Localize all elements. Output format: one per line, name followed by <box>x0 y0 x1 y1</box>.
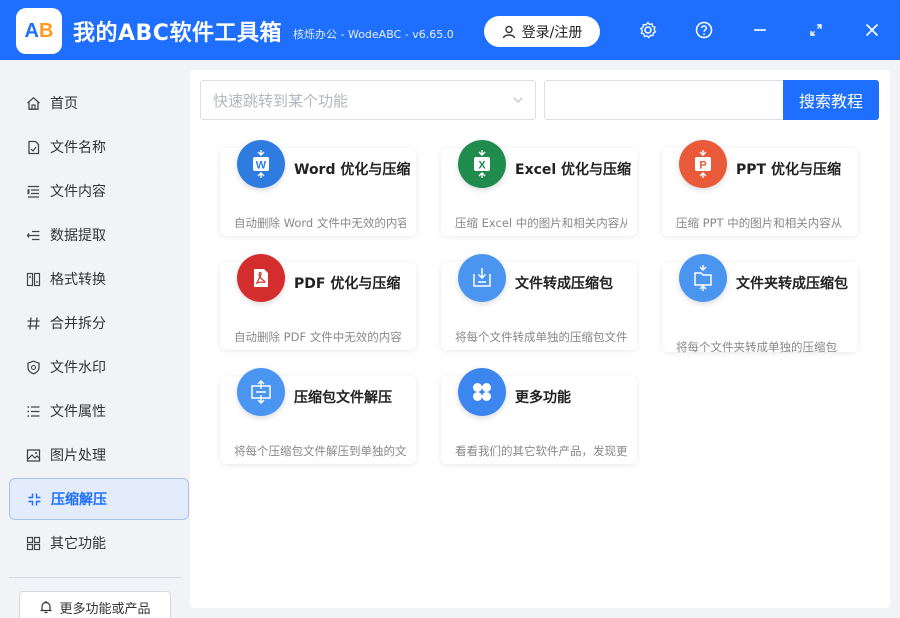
sidebar-item-format-convert[interactable]: 格式转换 <box>9 258 189 300</box>
login-label: 登录/注册 <box>521 24 583 41</box>
app-title: 我的ABC软件工具箱 <box>73 21 282 46</box>
file-to-zip-icon <box>458 254 506 302</box>
home-icon <box>25 95 41 111</box>
main-panel: 快速跳转到某个功能 搜索教程 W Word 优化与压缩 自动删除 Word 文件… <box>190 70 890 608</box>
jump-select-placeholder: 快速跳转到某个功能 <box>213 91 349 110</box>
other-icon <box>25 535 41 551</box>
card-word-optimize[interactable]: W Word 优化与压缩 自动删除 Word 文件中无效的内容 <box>220 140 416 236</box>
sidebar-item-label: 数据提取 <box>50 228 106 244</box>
sidebar-item-merge-split[interactable]: 合并拆分 <box>9 302 189 344</box>
card-title: 压缩包文件解压 <box>294 390 392 406</box>
card-desc: 自动删除 PDF 文件中无效的内容 <box>234 330 402 344</box>
sidebar-item-data-extract[interactable]: 数据提取 <box>9 214 189 256</box>
card-title: 更多功能 <box>515 390 571 406</box>
card-ppt-optimize[interactable]: P PPT 优化与压缩 压缩 PPT 中的图片和相关内容从 <box>662 140 858 236</box>
card-desc: 将每个文件夹转成单独的压缩包 <box>676 340 837 354</box>
card-title: 文件转成压缩包 <box>515 276 613 292</box>
compress-icon <box>26 491 42 507</box>
title-bar: AB 我的ABC软件工具箱 核烁办公 - WodeABC - v6.65.0 登… <box>0 0 900 60</box>
logo-letter-b: B <box>39 19 54 42</box>
card-title: 文件夹转成压缩包 <box>736 276 848 292</box>
sidebar-item-label: 文件名称 <box>50 140 106 156</box>
sidebar-item-label: 格式转换 <box>50 272 106 288</box>
card-title: PDF 优化与压缩 <box>294 276 401 292</box>
pdf-icon <box>237 254 285 302</box>
card-folder-to-zip[interactable]: 文件夹转成压缩包 将每个文件夹转成单独的压缩包 <box>662 254 858 354</box>
sidebar: 首页 文件名称 文件内容 数据提取 格式转换 合并拆分 文件水印 文件属性 图片… <box>0 60 200 618</box>
sidebar-item-label: 压缩解压 <box>51 492 107 508</box>
card-desc: 看看我们的其它软件产品，发现更多 <box>455 444 627 458</box>
file-name-icon <box>25 139 41 155</box>
card-pdf-optimize[interactable]: PDF 优化与压缩 自动删除 PDF 文件中无效的内容 <box>220 254 416 350</box>
settings-gear-icon[interactable] <box>636 18 660 42</box>
card-desc: 自动删除 Word 文件中无效的内容 <box>234 216 406 230</box>
card-desc: 将每个压缩包文件解压到单独的文 <box>234 444 406 458</box>
chevron-down-icon <box>513 97 523 103</box>
jump-select[interactable]: 快速跳转到某个功能 <box>200 80 536 120</box>
close-icon[interactable] <box>860 18 884 42</box>
more-icon <box>458 368 506 416</box>
card-title: Word 优化与压缩 <box>294 162 411 178</box>
sidebar-item-compress[interactable]: 压缩解压 <box>9 478 189 520</box>
login-button[interactable]: 登录/注册 <box>484 16 600 47</box>
sidebar-item-image[interactable]: 图片处理 <box>9 434 189 476</box>
sidebar-item-label: 图片处理 <box>50 448 106 464</box>
logo-letter-a: A <box>24 19 39 42</box>
card-file-to-zip[interactable]: 文件转成压缩包 将每个文件转成单独的压缩包文件 <box>441 254 637 350</box>
file-content-icon <box>25 183 41 199</box>
sidebar-item-other[interactable]: 其它功能 <box>9 522 189 564</box>
search-tutorial-button[interactable]: 搜索教程 <box>783 80 879 120</box>
svg-text:W: W <box>256 160 267 172</box>
word-icon: W <box>237 140 285 188</box>
more-products-button[interactable]: 更多功能或产品 <box>19 591 171 618</box>
image-icon <box>25 447 41 463</box>
app-logo: AB <box>16 8 62 54</box>
watermark-icon <box>25 359 41 375</box>
svg-text:P: P <box>699 160 706 172</box>
sidebar-item-file-content[interactable]: 文件内容 <box>9 170 189 212</box>
format-convert-icon <box>25 271 41 287</box>
card-desc: 将每个文件转成单独的压缩包文件 <box>455 330 627 344</box>
minimize-icon[interactable] <box>748 18 772 42</box>
sidebar-item-label: 文件属性 <box>50 404 106 420</box>
card-unzip[interactable]: 压缩包文件解压 将每个压缩包文件解压到单独的文 <box>220 368 416 464</box>
card-more-features[interactable]: 更多功能 看看我们的其它软件产品，发现更多 <box>441 368 637 464</box>
sidebar-item-label: 文件内容 <box>50 184 106 200</box>
sidebar-item-home[interactable]: 首页 <box>9 82 189 124</box>
search-input[interactable] <box>544 80 784 120</box>
data-extract-icon <box>25 227 41 243</box>
card-title: PPT 优化与压缩 <box>736 162 841 178</box>
maximize-icon[interactable] <box>804 18 828 42</box>
sidebar-item-label: 其它功能 <box>50 536 106 552</box>
merge-split-icon <box>25 315 41 331</box>
file-attr-icon <box>25 403 41 419</box>
more-products-label: 更多功能或产品 <box>59 601 151 617</box>
sidebar-item-label: 合并拆分 <box>50 316 106 332</box>
ppt-icon: P <box>679 140 727 188</box>
card-title: Excel 优化与压缩 <box>515 162 632 178</box>
sidebar-item-label: 首页 <box>50 96 78 112</box>
bell-icon <box>40 601 52 614</box>
sidebar-item-file-attr[interactable]: 文件属性 <box>9 390 189 432</box>
user-icon <box>502 25 515 38</box>
card-desc: 压缩 PPT 中的图片和相关内容从 <box>676 216 843 230</box>
folder-to-zip-icon <box>679 254 727 302</box>
app-subtitle: 核烁办公 - WodeABC - v6.65.0 <box>293 28 454 41</box>
sidebar-divider <box>9 577 181 578</box>
sidebar-item-label: 文件水印 <box>50 360 106 376</box>
help-icon[interactable] <box>692 18 716 42</box>
card-desc: 压缩 Excel 中的图片和相关内容从 <box>455 216 627 230</box>
unzip-icon <box>237 368 285 416</box>
sidebar-item-file-name[interactable]: 文件名称 <box>9 126 189 168</box>
excel-icon: X <box>458 140 506 188</box>
svg-text:X: X <box>478 160 486 172</box>
sidebar-item-watermark[interactable]: 文件水印 <box>9 346 189 388</box>
card-excel-optimize[interactable]: X Excel 优化与压缩 压缩 Excel 中的图片和相关内容从 <box>441 140 637 236</box>
